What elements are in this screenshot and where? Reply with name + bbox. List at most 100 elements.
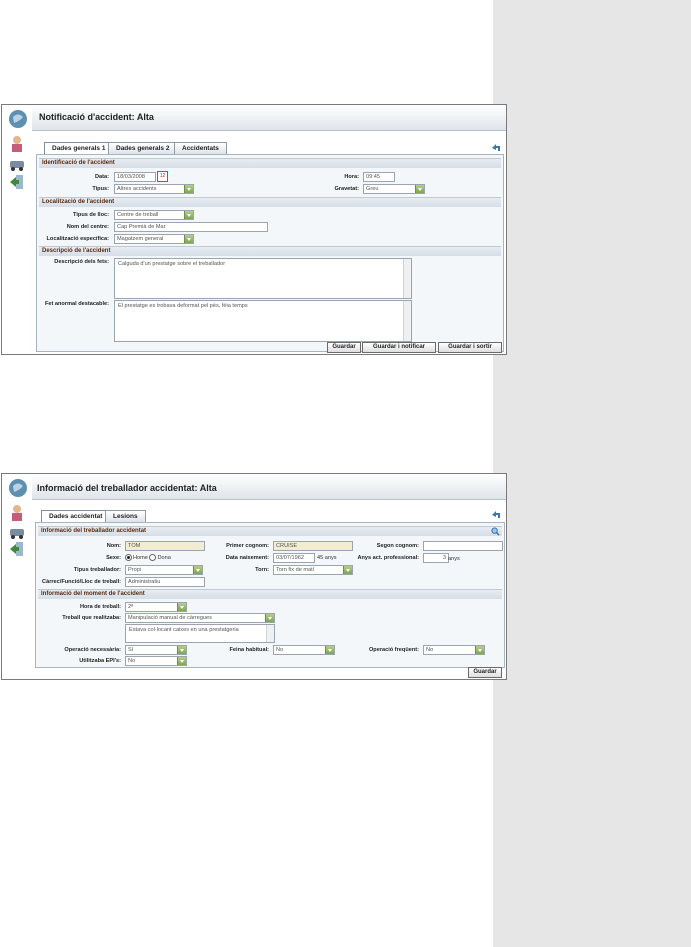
- worker-type-select[interactable]: Propi: [125, 565, 203, 575]
- center-name-field[interactable]: Cap Premià de Mar: [114, 222, 268, 232]
- place-type-value: Centre de treball: [117, 212, 159, 218]
- label-descripcio: Descripció dels fets:: [54, 259, 109, 265]
- shift-value: Torn fix de matí: [276, 567, 315, 573]
- label-data-naixement: Data naixement:: [225, 555, 269, 561]
- position-field[interactable]: Administratiu: [125, 577, 205, 587]
- years-unit: anys: [448, 556, 460, 562]
- vehicle-icon[interactable]: [8, 155, 26, 173]
- chevron-down-icon[interactable]: [184, 211, 193, 219]
- label-nom-centre: Nom del centre:: [66, 224, 109, 230]
- work-performed-value: Manipulació manual de càrregues: [128, 615, 212, 621]
- search-icon[interactable]: [491, 527, 500, 536]
- tab-dades-generals-2[interactable]: Dades generals 2: [108, 142, 178, 154]
- label-segon-cognom: Segon cognom:: [376, 543, 419, 549]
- label-operacio-frequent: Operació freqüent:: [368, 647, 419, 653]
- label-feina-habitual: Feina habitual:: [229, 647, 269, 653]
- first-surname-field[interactable]: CRUISE: [273, 541, 353, 551]
- birth-date-field[interactable]: 03/07/1962: [273, 553, 315, 563]
- exit-icon[interactable]: [8, 540, 26, 558]
- section-location: Localització de l'accident: [39, 197, 501, 207]
- radio-dona-label: Dona: [157, 554, 171, 561]
- scrollbar[interactable]: [403, 259, 411, 298]
- ppe-value: No: [128, 658, 136, 664]
- label-sexe: Sexe:: [106, 555, 121, 561]
- specific-location-select[interactable]: Magatzem general: [114, 234, 194, 244]
- label-operacio-necessaria: Operació necessària:: [64, 647, 121, 653]
- frequent-operation-select[interactable]: No: [423, 645, 485, 655]
- work-hour-select[interactable]: 2ª: [125, 602, 187, 612]
- frequent-operation-value: No: [426, 647, 434, 653]
- back-icon[interactable]: [491, 510, 501, 520]
- abnormal-fact-textarea[interactable]: El prestatge es trobava deformat pel pès…: [114, 300, 412, 342]
- chevron-down-icon[interactable]: [343, 566, 352, 574]
- calendar-day: 12: [159, 173, 166, 179]
- section-moment: Informació del moment de l'accident: [38, 589, 502, 599]
- chevron-down-icon[interactable]: [184, 185, 193, 193]
- save-and-notify-button[interactable]: Guardar i notificar: [362, 342, 436, 353]
- label-anys-act: Anys act. professional:: [357, 555, 419, 561]
- page-title: Informació del treballador accidentat: A…: [37, 483, 217, 493]
- user-icon[interactable]: [8, 135, 26, 153]
- label-nom: Nom:: [106, 543, 121, 549]
- label-tipus-lloc: Tipus de lloc:: [73, 212, 109, 218]
- work-performed-select[interactable]: Manipulació manual de càrregues: [125, 613, 275, 623]
- date-field[interactable]: 18/03/2008: [114, 172, 156, 182]
- type-select[interactable]: Altres accidents: [114, 184, 194, 194]
- name-field[interactable]: TOM: [125, 541, 205, 551]
- label-carrec: Càrrec/Funció/Lloc de treball:: [42, 579, 121, 585]
- chevron-down-icon[interactable]: [184, 235, 193, 243]
- globe-logo-icon: [9, 479, 27, 497]
- radio-dona[interactable]: [149, 554, 157, 561]
- scrollbar[interactable]: [266, 625, 274, 642]
- scrollbar[interactable]: [403, 301, 411, 341]
- sex-radio-group: Home Dona: [125, 554, 171, 561]
- description-textarea[interactable]: Calguda d'un prestatge sobre el treballa…: [114, 258, 412, 299]
- chevron-down-icon[interactable]: [415, 185, 424, 193]
- ppe-select[interactable]: No: [125, 656, 187, 666]
- hour-field[interactable]: 09:45: [363, 172, 395, 182]
- save-button[interactable]: Guardar: [327, 342, 361, 353]
- section-identification: Identificació de l'accident: [39, 158, 501, 168]
- vehicle-icon[interactable]: [8, 523, 26, 541]
- save-button[interactable]: Guardar: [468, 667, 502, 678]
- exit-icon[interactable]: [8, 173, 26, 191]
- chevron-down-icon[interactable]: [177, 646, 186, 654]
- description-value: Calguda d'un prestatge sobre el treballa…: [118, 261, 226, 267]
- window-header: Notificació d'accident: Alta: [32, 105, 506, 131]
- shift-select[interactable]: Torn fix de matí: [273, 565, 353, 575]
- operation-required-value: Sí: [128, 647, 134, 653]
- label-tipus-treballador: Tipus treballador:: [73, 567, 121, 573]
- tab-lesions[interactable]: Lesions: [105, 510, 146, 522]
- label-data: Data:: [95, 174, 109, 180]
- operation-required-select[interactable]: Sí: [125, 645, 187, 655]
- save-and-exit-button[interactable]: Guardar i sortir: [438, 342, 502, 353]
- severity-select[interactable]: Greu: [363, 184, 425, 194]
- label-hora: Hora:: [344, 174, 359, 180]
- place-type-select[interactable]: Centre de treball: [114, 210, 194, 220]
- label-fet-anormal: Fet anormal destacable:: [44, 301, 109, 307]
- second-surname-field[interactable]: [423, 541, 503, 551]
- chevron-down-icon[interactable]: [475, 646, 484, 654]
- tab-accidentats[interactable]: Accidentats: [174, 142, 227, 154]
- chevron-down-icon[interactable]: [177, 603, 186, 611]
- back-icon[interactable]: [491, 143, 501, 153]
- label-treball-realitzava: Treball que realitzaba:: [62, 615, 121, 621]
- injured-worker-window: Informació del treballador accidentat: A…: [1, 473, 507, 680]
- radio-home[interactable]: [125, 554, 132, 561]
- chevron-down-icon[interactable]: [177, 657, 186, 665]
- chevron-down-icon[interactable]: [193, 566, 202, 574]
- chevron-down-icon[interactable]: [265, 614, 274, 622]
- label-torn: Torn:: [255, 567, 269, 573]
- radio-home-label: Home: [133, 554, 148, 561]
- accident-notification-window: Notificació d'accident: Alta Dades gener…: [1, 104, 507, 355]
- work-detail-textarea[interactable]: Estava col·locant caixes en una prestatg…: [125, 624, 275, 643]
- usual-work-select[interactable]: No: [273, 645, 335, 655]
- user-icon[interactable]: [8, 504, 26, 522]
- severity-value: Greu: [366, 186, 379, 192]
- years-professional-field[interactable]: 3: [423, 553, 449, 563]
- chevron-down-icon[interactable]: [325, 646, 334, 654]
- type-value: Altres accidents: [117, 186, 157, 192]
- label-gravetat: Gravetat:: [334, 186, 359, 192]
- calendar-icon[interactable]: 12: [157, 171, 168, 182]
- tab-bar: Dades accidentat Lesions: [41, 510, 241, 523]
